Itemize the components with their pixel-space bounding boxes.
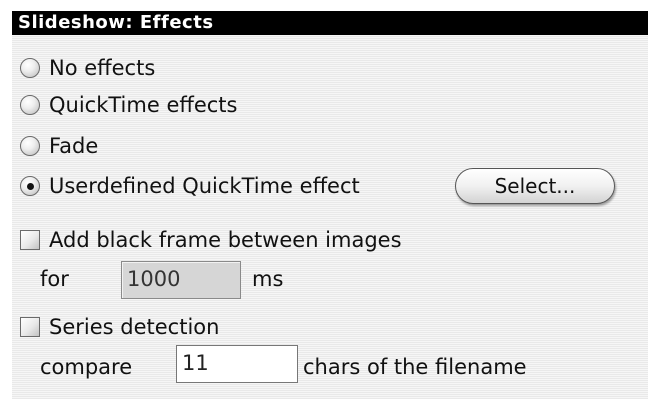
black-frame-duration-field[interactable]: 1000 xyxy=(121,261,241,299)
checkbox-series-detection[interactable]: Series detection xyxy=(20,312,219,342)
radio-button-selected-icon[interactable] xyxy=(20,176,40,196)
for-label: for xyxy=(40,267,69,291)
panel-title: Slideshow: Effects xyxy=(12,11,648,35)
radio-quicktime-effects[interactable]: QuickTime effects xyxy=(20,90,237,120)
checkbox-icon[interactable] xyxy=(20,230,40,250)
checkbox-black-frame[interactable]: Add black frame between images xyxy=(20,225,402,255)
checkbox-icon[interactable] xyxy=(20,317,40,337)
compare-label: compare xyxy=(40,355,133,379)
radio-button-icon[interactable] xyxy=(20,58,40,78)
series-detection-label: Series detection xyxy=(49,315,220,339)
radio-no-effects[interactable]: No effects xyxy=(20,53,155,83)
radio-no-effects-label: No effects xyxy=(49,56,156,80)
radio-button-icon[interactable] xyxy=(20,95,40,115)
compare-chars-field[interactable]: 11 xyxy=(176,345,298,383)
radio-userdefined-quicktime-effect[interactable]: Userdefined QuickTime effect xyxy=(20,171,360,201)
ms-unit-label: ms xyxy=(252,267,284,291)
select-button[interactable]: Select... xyxy=(455,168,615,204)
radio-userdefined-label: Userdefined QuickTime effect xyxy=(49,174,360,198)
radio-fade-label: Fade xyxy=(49,134,99,158)
radio-button-icon[interactable] xyxy=(20,136,40,156)
compare-suffix-label: chars of the filename xyxy=(303,355,527,379)
black-frame-label: Add black frame between images xyxy=(49,228,402,252)
effects-panel: Slideshow: Effects No effects QuickTime … xyxy=(12,11,648,399)
radio-fade[interactable]: Fade xyxy=(20,131,98,161)
radio-quicktime-effects-label: QuickTime effects xyxy=(49,93,238,117)
